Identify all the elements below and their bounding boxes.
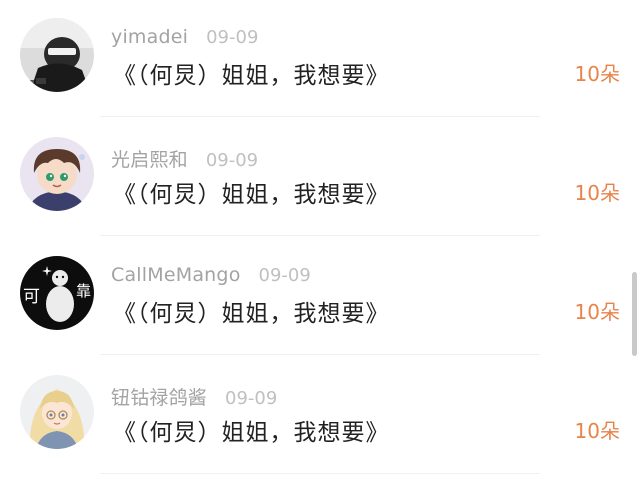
avatar[interactable]	[20, 18, 94, 92]
avatar-anime-girl-icon	[20, 375, 94, 449]
username[interactable]: yimadei	[111, 26, 188, 48]
scrollbar[interactable]	[632, 272, 637, 356]
divider	[100, 235, 540, 236]
avatar[interactable]: 可 靠	[20, 256, 94, 330]
comment-meta: 钮钴禄鸽酱 09-09	[111, 383, 277, 409]
comment-text: 《（何炅）姐姐，我想要》	[113, 420, 390, 446]
comment-meta: 光启熙和 09-09	[111, 145, 258, 171]
avatar-helmet-rider-icon	[20, 18, 94, 92]
avatar[interactable]	[20, 375, 94, 449]
gift-count: 10朵	[574, 419, 620, 443]
svg-text:可: 可	[23, 287, 40, 307]
comment-list: yimadei 09-09 《（何炅）姐姐，我想要》 10朵 光启熙和 09-0…	[0, 0, 640, 493]
comment-meta: yimadei 09-09	[111, 26, 258, 52]
divider	[100, 116, 540, 117]
avatar-dark-sticker-icon: 可 靠	[20, 256, 94, 330]
gift-count: 10朵	[574, 300, 620, 324]
username[interactable]: CallMeMango	[111, 264, 241, 286]
gift-count: 10朵	[574, 62, 620, 86]
avatar[interactable]	[20, 137, 94, 211]
divider	[100, 473, 540, 474]
divider	[100, 354, 540, 355]
svg-text:靠: 靠	[76, 282, 91, 300]
comment-date: 09-09	[205, 150, 259, 171]
comment-text: 《（何炅）姐姐，我想要》	[113, 182, 390, 208]
comment-meta: CallMeMango 09-09	[111, 264, 311, 290]
avatar-anime-boy-icon	[20, 137, 94, 211]
username[interactable]: 钮钴禄鸽酱	[111, 383, 207, 410]
username[interactable]: 光启熙和	[111, 145, 188, 172]
comment-text: 《（何炅）姐姐，我想要》	[113, 63, 390, 89]
list-item[interactable]: yimadei 09-09 《（何炅）姐姐，我想要》 10朵	[0, 0, 640, 119]
list-item[interactable]: 可 靠 CallMeMango 09-09 《（何炅）姐姐，我想要》 10朵	[0, 238, 640, 357]
comment-date: 09-09	[225, 388, 278, 409]
list-item[interactable]: 钮钴禄鸽酱 09-09 《（何炅）姐姐，我想要》 10朵	[0, 357, 640, 476]
gift-count: 10朵	[574, 181, 620, 205]
comment-text: 《（何炅）姐姐，我想要》	[113, 301, 390, 327]
comment-date: 09-09	[206, 27, 259, 48]
comment-date: 09-09	[258, 265, 311, 286]
list-item[interactable]: 光启熙和 09-09 《（何炅）姐姐，我想要》 10朵	[0, 119, 640, 238]
